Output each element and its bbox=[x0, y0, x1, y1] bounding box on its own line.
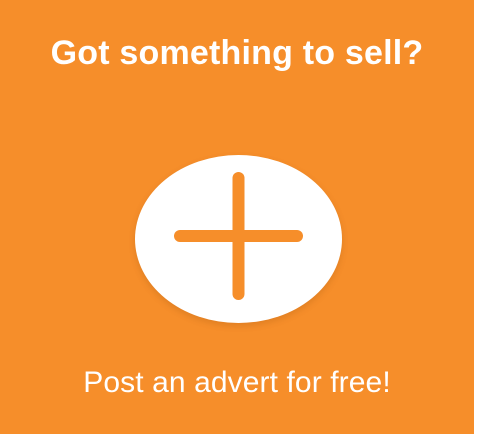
post-advert-button[interactable] bbox=[135, 155, 342, 323]
post-advert-link[interactable]: Post an advert for free! bbox=[0, 364, 474, 402]
sell-promo-card[interactable]: Got something to sell? Post an advert fo… bbox=[0, 0, 474, 434]
plus-icon bbox=[174, 172, 303, 300]
page-edge bbox=[474, 0, 478, 434]
promo-headline: Got something to sell? bbox=[50, 34, 424, 72]
